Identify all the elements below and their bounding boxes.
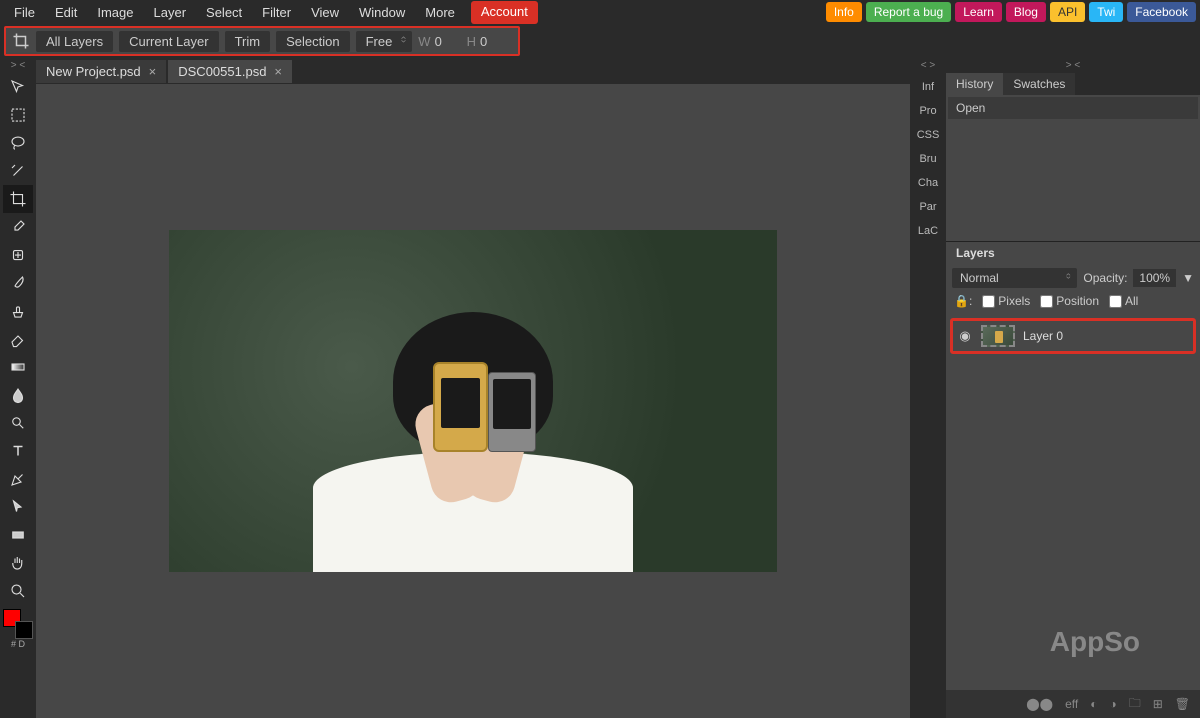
crop-current-layer-button[interactable]: Current Layer: [119, 31, 218, 52]
gradient-tool[interactable]: [3, 353, 33, 381]
zoom-tool[interactable]: [3, 577, 33, 605]
menu-window[interactable]: Window: [349, 1, 415, 24]
character-panel-tab[interactable]: Cha: [910, 171, 946, 195]
opacity-value[interactable]: 100%: [1133, 269, 1176, 287]
layer-mask-icon[interactable]: ◐: [1090, 697, 1097, 711]
crop-trim-button[interactable]: Trim: [225, 31, 271, 52]
layercomps-panel-tab[interactable]: LaC: [910, 219, 946, 243]
brush-panel-tab[interactable]: Bru: [910, 147, 946, 171]
brush-tool[interactable]: [3, 269, 33, 297]
new-folder-icon[interactable]: 🗀: [1129, 694, 1141, 715]
crop-height-input[interactable]: H0: [467, 34, 506, 49]
rect-select-tool[interactable]: [3, 101, 33, 129]
crop-tool[interactable]: [3, 185, 33, 213]
swap-colors-label: # D: [11, 639, 25, 649]
eyedropper-tool[interactable]: [3, 213, 33, 241]
layer-row[interactable]: ◉ Layer 0: [950, 318, 1196, 354]
eraser-tool[interactable]: [3, 325, 33, 353]
document-tab[interactable]: New Project.psd ×: [36, 60, 166, 83]
facebook-button[interactable]: Facebook: [1127, 2, 1196, 22]
collapsed-panels: < > Inf Pro CSS Bru Cha Par LaC: [910, 58, 946, 718]
info-button[interactable]: Info: [826, 2, 862, 22]
lock-icon: 🔒:: [954, 294, 972, 308]
opacity-slider-toggle[interactable]: ▼: [1182, 271, 1194, 285]
magic-wand-tool[interactable]: [3, 157, 33, 185]
layer-thumbnail[interactable]: [981, 325, 1015, 347]
right-collapse-toggle[interactable]: > <: [946, 58, 1200, 73]
toolbar-collapse-toggle[interactable]: > <: [11, 60, 25, 71]
info-panel-tab[interactable]: Inf: [910, 75, 946, 99]
history-tab[interactable]: History: [946, 73, 1003, 95]
document-tabs: New Project.psd × DSC00551.psd ×: [36, 58, 910, 84]
learn-button[interactable]: Learn: [955, 2, 1002, 22]
tab-label: New Project.psd: [46, 64, 141, 79]
close-tab-icon[interactable]: ×: [274, 64, 282, 79]
menu-more[interactable]: More: [415, 1, 465, 24]
panel-collapse-toggle[interactable]: < >: [921, 60, 935, 71]
text-tool[interactable]: [3, 437, 33, 465]
color-swatches[interactable]: [3, 609, 33, 639]
right-panel-group: > < History Swatches Open Layers Normal …: [946, 58, 1200, 718]
image-content: [169, 230, 777, 572]
menu-layer[interactable]: Layer: [144, 1, 197, 24]
delete-layer-icon[interactable]: 🗑: [1175, 697, 1190, 711]
tab-label: DSC00551.psd: [178, 64, 266, 79]
link-layers-icon[interactable]: ⬤⬤: [1026, 697, 1053, 711]
lasso-tool[interactable]: [3, 129, 33, 157]
history-item[interactable]: Open: [948, 97, 1198, 119]
menu-edit[interactable]: Edit: [45, 1, 87, 24]
move-tool[interactable]: [3, 73, 33, 101]
layers-panel-title: Layers: [946, 241, 1200, 264]
menu-view[interactable]: View: [301, 1, 349, 24]
crop-ratio-select[interactable]: Free: [356, 31, 413, 52]
crop-icon: [12, 32, 30, 50]
adjustment-layer-icon[interactable]: ◑: [1109, 697, 1116, 711]
layer-name[interactable]: Layer 0: [1023, 329, 1063, 343]
background-color[interactable]: [15, 621, 33, 639]
layer-effects-button[interactable]: eff: [1065, 697, 1078, 711]
crop-selection-button[interactable]: Selection: [276, 31, 349, 52]
crop-width-input[interactable]: W0: [418, 34, 460, 49]
tools-panel: > < # D: [0, 58, 36, 718]
menu-image[interactable]: Image: [87, 1, 143, 24]
api-button[interactable]: API: [1050, 2, 1085, 22]
layers-footer: ⬤⬤ eff ◐ ◑ 🗀 ⊞ 🗑: [946, 690, 1200, 718]
opacity-label: Opacity:: [1083, 271, 1127, 285]
dodge-tool[interactable]: [3, 409, 33, 437]
menu-filter[interactable]: Filter: [252, 1, 301, 24]
menu-select[interactable]: Select: [196, 1, 252, 24]
options-bar: All Layers Current Layer Trim Selection …: [4, 26, 520, 56]
watermark: AppSo: [1050, 626, 1140, 658]
lock-pixels-checkbox[interactable]: Pixels: [982, 294, 1030, 308]
lock-all-checkbox[interactable]: All: [1109, 294, 1138, 308]
lock-position-checkbox[interactable]: Position: [1040, 294, 1099, 308]
blog-button[interactable]: Blog: [1006, 2, 1046, 22]
canvas[interactable]: [36, 84, 910, 718]
menu-file[interactable]: File: [4, 1, 45, 24]
layer-list: ◉ Layer 0 AppSo: [946, 314, 1200, 690]
swatches-tab[interactable]: Swatches: [1003, 73, 1075, 95]
crop-all-layers-button[interactable]: All Layers: [36, 31, 113, 52]
healing-tool[interactable]: [3, 241, 33, 269]
blur-tool[interactable]: [3, 381, 33, 409]
clone-tool[interactable]: [3, 297, 33, 325]
hand-tool[interactable]: [3, 549, 33, 577]
history-panel: Open: [946, 95, 1200, 241]
close-tab-icon[interactable]: ×: [149, 64, 157, 79]
new-layer-icon[interactable]: ⊞: [1153, 697, 1163, 711]
properties-panel-tab[interactable]: Pro: [910, 99, 946, 123]
paragraph-panel-tab[interactable]: Par: [910, 195, 946, 219]
shape-tool[interactable]: [3, 521, 33, 549]
visibility-icon[interactable]: ◉: [957, 328, 973, 344]
menu-account[interactable]: Account: [471, 1, 538, 24]
twitter-button[interactable]: Twi: [1089, 2, 1123, 22]
css-panel-tab[interactable]: CSS: [910, 123, 946, 147]
pen-tool[interactable]: [3, 465, 33, 493]
blend-mode-select[interactable]: Normal: [952, 268, 1077, 288]
menubar: File Edit Image Layer Select Filter View…: [0, 0, 1200, 24]
report-bug-button[interactable]: Report a bug: [866, 2, 951, 22]
path-select-tool[interactable]: [3, 493, 33, 521]
document-tab[interactable]: DSC00551.psd ×: [168, 60, 292, 83]
